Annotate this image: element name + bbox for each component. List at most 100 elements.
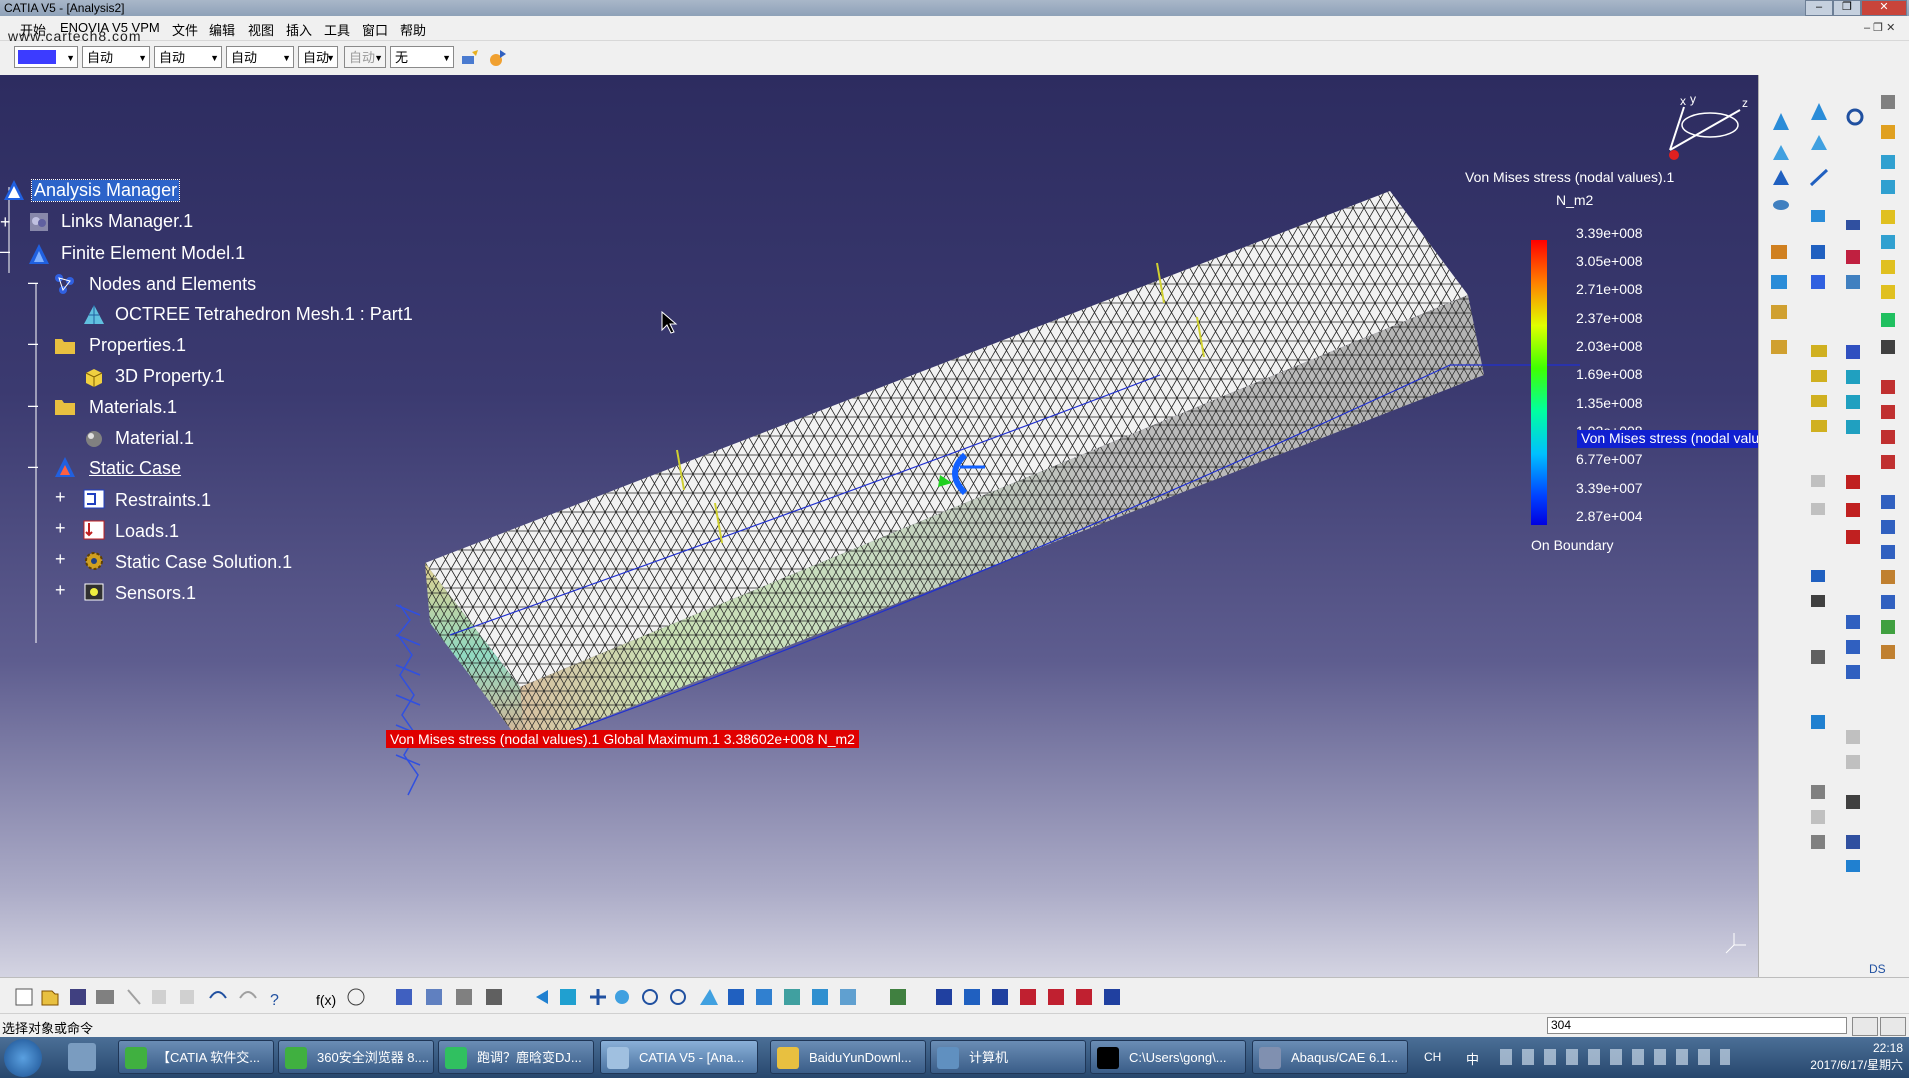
minimize-button[interactable]: – [1805, 0, 1833, 16]
expand-plus-icon[interactable]: + [0, 213, 11, 231]
chevron-down-icon: ▼ [66, 53, 75, 63]
pointer-label[interactable]: Von Mises stress (nodal values).1 [1577, 430, 1758, 448]
tree-item-properties[interactable]: Properties.1 [89, 335, 186, 356]
clock[interactable]: 22:18 2017/6/17/星期六 [1810, 1040, 1903, 1074]
legend-footer: On Boundary [1531, 537, 1614, 553]
linetype-combo[interactable]: 自动 ▼ [154, 46, 222, 68]
browser-icon [125, 1047, 147, 1069]
painter-icon[interactable] [460, 48, 480, 68]
tree-item-fem[interactable]: Finite Element Model.1 [61, 243, 245, 264]
taskbar-item-baiduyun[interactable]: BaiduYunDownl... [770, 1040, 926, 1074]
collapse-minus-icon[interactable]: – [0, 242, 10, 260]
graphic-properties-toolbar: ▼ 自动 ▼ 自动 ▼ 自动 ▼ 自动 ▼ 自动 ▼ 无 ▼ [0, 41, 1909, 76]
menu-edit[interactable]: 编辑 [209, 20, 235, 39]
taskbar-item-computer[interactable]: 计算机 [930, 1040, 1086, 1074]
color-combo[interactable]: ▼ [14, 46, 78, 68]
menu-help[interactable]: 帮助 [400, 20, 426, 39]
status-prompt: 选择对象或命令 [2, 1021, 94, 1036]
clock-time: 22:18 [1872, 1041, 1903, 1055]
taskbar-item-catia-forum[interactable]: 【CATIA 软件交... [118, 1040, 274, 1074]
chevron-down-icon: ▼ [326, 53, 335, 63]
standard-toolbar-bottom: ? f(x) [0, 977, 1909, 1014]
workbench-icons[interactable] [1759, 75, 1909, 977]
legend-value: 1.35e+008 [1576, 395, 1643, 411]
power-input-field[interactable]: 304 [1547, 1017, 1847, 1034]
tree-item-links-manager[interactable]: Links Manager.1 [61, 211, 193, 232]
collapse-minus-icon[interactable]: – [28, 396, 38, 414]
close-button[interactable]: ✕ [1861, 0, 1907, 16]
doc-window-buttons[interactable]: – ❐ ✕ [1864, 21, 1895, 34]
layer-combo-disabled[interactable]: 自动 ▼ [344, 46, 386, 68]
svg-text:DS: DS [1869, 962, 1886, 976]
input-options-button[interactable] [1852, 1017, 1878, 1036]
material-icon [86, 431, 102, 447]
legend-value: 2.71e+008 [1576, 281, 1643, 297]
tree-item-sensors[interactable]: Sensors.1 [115, 583, 196, 604]
tree-item-analysis-manager[interactable]: Analysis Manager [30, 179, 181, 202]
3d-viewport[interactable]: Analysis Manager + Links Manager.1 – Fin… [0, 75, 1758, 977]
transparency-combo[interactable]: 自动 ▼ [82, 46, 150, 68]
tree-item-materials[interactable]: Materials.1 [89, 397, 177, 418]
legend-value: 3.39e+007 [1576, 480, 1643, 496]
tree-item-restraints[interactable]: Restraints.1 [115, 490, 211, 511]
taskbar-item-cmd[interactable]: C:\Users\gong\... [1090, 1040, 1246, 1074]
legend-value: 2.37e+008 [1576, 310, 1643, 326]
fem-model-icon [29, 244, 49, 264]
expand-plus-icon[interactable]: + [55, 488, 66, 506]
calculator-quicklaunch-icon[interactable] [68, 1043, 96, 1071]
global-max-label[interactable]: Von Mises stress (nodal values).1 Global… [386, 730, 859, 748]
layer-combo[interactable]: 无 ▼ [390, 46, 454, 68]
menu-bar: 开始 ENOVIA V5 VPM 文件 编辑 视图 插入 工具 窗口 帮助 – … [0, 16, 1909, 41]
taskbar-item-360-browser[interactable]: 360安全浏览器 8.... [278, 1040, 434, 1074]
tree-item-solution[interactable]: Static Case Solution.1 [115, 552, 292, 573]
collapse-minus-icon[interactable]: – [28, 273, 38, 291]
beam-model[interactable] [0, 75, 1758, 977]
legend-value: 2.03e+008 [1576, 338, 1643, 354]
windows-taskbar: 【CATIA 软件交... 360安全浏览器 8.... 跑调？鹿晗变DJ...… [0, 1037, 1909, 1078]
collapse-minus-icon[interactable]: – [28, 334, 38, 352]
taskbar-item-catia[interactable]: CATIA V5 - [Ana... [600, 1040, 758, 1074]
folder-icon [55, 339, 75, 354]
tree-item-static-case[interactable]: Static Case [89, 458, 181, 479]
solution-gear-icon [85, 552, 103, 570]
legend-color-bar [1531, 240, 1547, 525]
tray-icons[interactable] [1500, 1049, 1730, 1065]
tree-item-nodes-elements[interactable]: Nodes and Elements [89, 274, 256, 295]
browser-icon [285, 1047, 307, 1069]
workbench-toolbar-right: DS [1758, 75, 1909, 977]
menu-window[interactable]: 窗口 [362, 20, 388, 39]
compass-icon[interactable]: z x y [1660, 95, 1750, 175]
point-combo[interactable]: 自动 ▼ [298, 46, 338, 68]
taskbar-item-abaqus[interactable]: Abaqus/CAE 6.1... [1252, 1040, 1408, 1074]
chevron-down-icon: ▼ [442, 53, 451, 63]
format-brush-icon[interactable] [488, 48, 508, 68]
legend-value: 3.05e+008 [1576, 253, 1643, 269]
tree-item-mesh[interactable]: OCTREE Tetrahedron Mesh.1 : Part1 [115, 304, 413, 325]
tray-language[interactable]: CH [1424, 1050, 1441, 1064]
color-swatch [18, 50, 56, 64]
start-button[interactable] [4, 1039, 42, 1077]
expand-plus-icon[interactable]: + [55, 519, 66, 537]
taskbar-item-video[interactable]: 跑调？鹿晗变DJ... [438, 1040, 594, 1074]
chevron-down-icon: ▼ [282, 53, 291, 63]
expand-plus-icon[interactable]: + [55, 581, 66, 599]
restore-button[interactable]: ❐ [1833, 0, 1861, 16]
tree-item-loads[interactable]: Loads.1 [115, 521, 179, 542]
menu-file[interactable]: 文件 [172, 20, 198, 39]
collapse-minus-icon[interactable]: – [28, 457, 38, 475]
bottom-toolbar-icons[interactable]: ? f(x) [0, 978, 1909, 1014]
clock-date: 2017/6/17/星期六 [1810, 1058, 1903, 1072]
loads-icon [83, 520, 105, 540]
folder-icon [777, 1047, 799, 1069]
lineweight-combo[interactable]: 自动 ▼ [226, 46, 294, 68]
legend-value: 6.77e+007 [1576, 451, 1643, 467]
tree-item-material[interactable]: Material.1 [115, 428, 194, 449]
expand-plus-icon[interactable]: + [55, 550, 66, 568]
static-case-icon [55, 457, 75, 477]
tray-ime[interactable]: 中 [1466, 1049, 1479, 1068]
menu-insert[interactable]: 插入 [286, 20, 312, 39]
tree-item-3d-property[interactable]: 3D Property.1 [115, 366, 225, 387]
menu-view[interactable]: 视图 [248, 20, 274, 39]
menu-tools[interactable]: 工具 [324, 20, 350, 39]
search-icon[interactable] [1880, 1017, 1906, 1036]
